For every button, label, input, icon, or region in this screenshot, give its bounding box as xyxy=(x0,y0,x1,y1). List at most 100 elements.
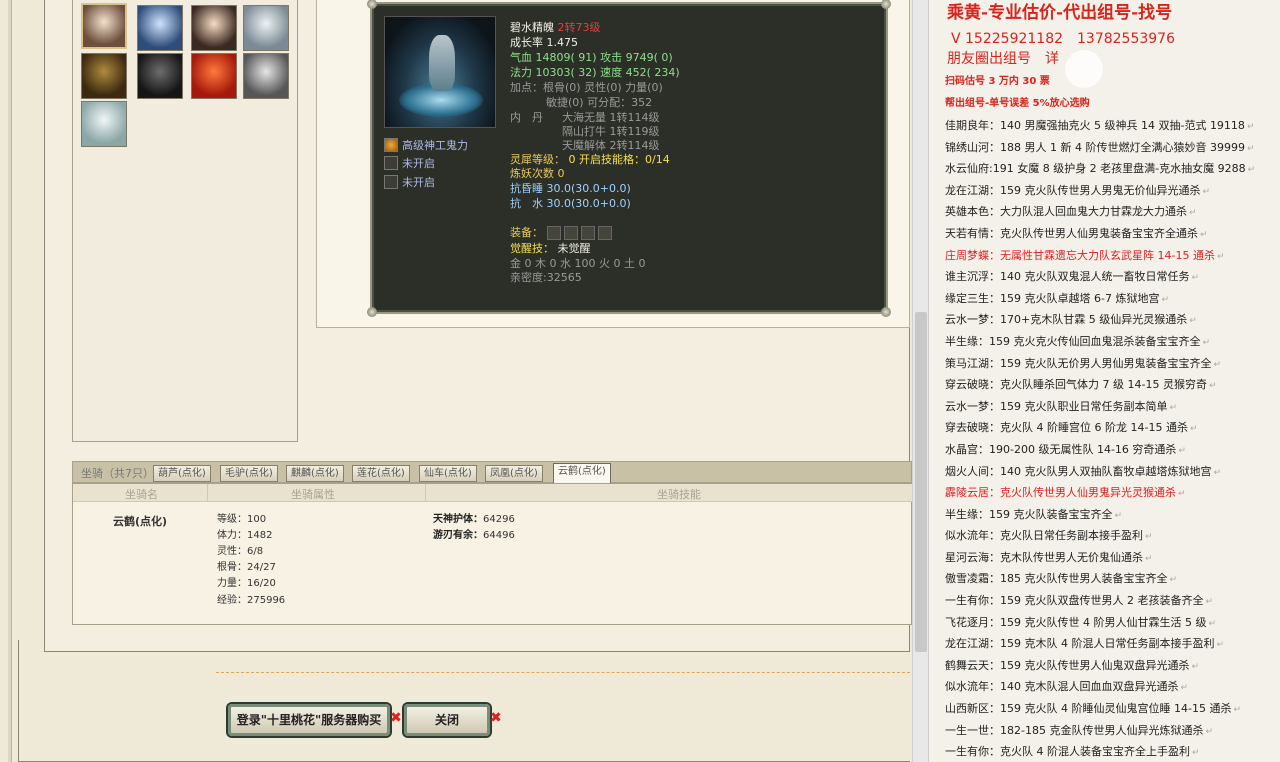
listing-text: 谁主沉浮：140 克火队双鬼混人统一畜牧日常任务 xyxy=(945,270,1190,284)
equip-slot[interactable] xyxy=(546,226,561,240)
return-icon: ↵ xyxy=(1180,683,1189,694)
listing-text: 英雄本色：大力队混人回血鬼大力甘霖龙大力通杀 xyxy=(945,205,1187,219)
stream-sidebar: 乘黄-专业估价-代出组号-找号 V 15225921182 1378255397… xyxy=(928,0,1280,762)
listing-text: 穿去破晓：克火队 4 阶睡宫位 6 阶龙 14-15 通杀 xyxy=(945,421,1188,435)
equip-slot[interactable] xyxy=(563,226,578,240)
listing-text: 佳期良年：140 男魔强抽克火 5 级神兵 14 双抽-范式 19118 xyxy=(945,119,1245,132)
close-x-icon[interactable]: ✖ xyxy=(490,710,502,726)
return-icon: ↵ xyxy=(1202,337,1211,348)
listing-row: 庄周梦蝶：无属性甘霖遗忘大力队玄武星阵 14-15 通杀 ↵ xyxy=(945,245,1279,267)
pet-avatar-9[interactable] xyxy=(81,101,127,147)
return-icon: ↵ xyxy=(1213,467,1222,478)
listing-row: 策马江湖：159 克火队无价男人男仙男鬼装备宝宝齐全 ↵ xyxy=(945,353,1279,375)
mount-stat-power: 力量：16/20 xyxy=(217,578,276,589)
return-icon: ↵ xyxy=(1191,661,1200,672)
listing-row: 天若有情：克火队传世男人仙男鬼装备宝宝齐全通杀 ↵ xyxy=(945,223,1279,245)
mount-name: 云鹤(点化) xyxy=(113,515,168,528)
listing-text: 半生缘：159 克火克火传仙回血鬼混杀装备宝宝齐全 xyxy=(945,334,1201,348)
pet-avatar-8[interactable] xyxy=(243,53,289,99)
locked-skill-icon xyxy=(384,156,398,170)
pet-avatar-7[interactable] xyxy=(191,53,237,99)
col-mount-name: 坐骑名 xyxy=(125,488,158,501)
mp-value: 10303( 32) xyxy=(535,66,597,79)
hp-value: 14809( 91) xyxy=(535,51,597,64)
pet-level: 2转73级 xyxy=(557,21,601,34)
scroll-thumb[interactable] xyxy=(915,312,927,652)
sidebar-title: 乘黄-专业估价-代出组号-找号 xyxy=(947,3,1173,23)
spirit-value: 0 开启技能格：0/14 xyxy=(568,153,670,166)
tab-mount-7[interactable]: 云鹤(点化) xyxy=(553,463,611,484)
return-icon: ↵ xyxy=(1178,445,1186,456)
skill-slot-2[interactable]: 未开启 xyxy=(384,154,435,172)
listing-row: 云水一梦：159 克火队职业日常任务副本简单 ↵ xyxy=(945,396,1279,418)
resist-sleep-value: 30.0(30.0+0.0) xyxy=(546,182,631,195)
listing-text: 似水流年：140 克木队混人回血血双盘异光通杀 xyxy=(945,680,1179,694)
close-x-icon[interactable]: ✖ xyxy=(390,710,402,726)
awaken-label: 觉醒技： xyxy=(510,242,554,255)
listing-text: 傲雪凌霜：185 克火队传世男人装备宝宝齐全 xyxy=(945,572,1168,586)
watermark-logo xyxy=(1065,46,1195,92)
skill-slot-3[interactable]: 未开启 xyxy=(384,173,435,191)
mount-stat-spirit: 灵性：6/8 xyxy=(217,546,264,557)
scrollbar[interactable] xyxy=(912,0,928,762)
tab-mount-3[interactable]: 麒麟(点化) xyxy=(286,465,344,482)
listing-row: 鹤舞云天：159 克火队传世男人仙鬼双盘异光通杀 ↵ xyxy=(945,655,1279,677)
mount-skill-value: 64296 xyxy=(483,514,515,525)
listing-text: 霹陵云居：克火队传世男人仙男鬼异光灵猴通杀 xyxy=(945,486,1176,500)
mount-table-header: 坐骑名 坐骑属性 坐骑技能 xyxy=(73,484,913,502)
resist-water-value: 30.0(30.0+0.0) xyxy=(546,197,631,210)
return-icon: ↵ xyxy=(1246,122,1255,132)
tab-mount-6[interactable]: 凤凰(点化) xyxy=(485,465,543,482)
listing-text: 水晶宫：190-200 级无属性队 14-16 穷奇通杀 xyxy=(945,442,1177,456)
listing-row: 水云仙府:191 女魔 8 级护身 2 老孩里盘满-克水抽女魔 9288 ↵ xyxy=(945,158,1279,180)
listing-row: 龙在江湖：159 克木队 4 阶混人日常任务副本接手盈利 ↵ xyxy=(945,633,1279,655)
equip-line: 装备： xyxy=(510,225,615,240)
skill-slot-1[interactable]: 高级神工鬼力 xyxy=(384,136,468,154)
neidan-label: 内 丹 xyxy=(510,111,543,124)
tab-mount-1[interactable]: 葫芦(点化) xyxy=(153,465,211,482)
equip-label: 装备： xyxy=(510,226,543,239)
equip-slot[interactable] xyxy=(597,226,612,240)
close-button[interactable]: 关闭 xyxy=(404,704,490,736)
pet-avatar-3[interactable] xyxy=(191,5,237,51)
mount-stat-stamina: 体力：1482 xyxy=(217,530,273,541)
pet-avatar-4[interactable] xyxy=(243,5,289,51)
pet-name-line: 碧水精魄 2转73级 xyxy=(510,20,601,35)
col-divider xyxy=(425,484,426,502)
account-listing: 佳期良年：140 男魔强抽克火 5 级神兵 14 双抽-范式 19118 ↵ 锦绣山… xyxy=(945,115,1279,762)
listing-row: 一生一世：182-185 克金队传世男人仙异光炼狱通杀 ↵ xyxy=(945,720,1279,742)
pet-list-panel xyxy=(72,0,298,442)
pet-avatar-1[interactable] xyxy=(81,3,127,49)
listing-row: 似水流年：克火队日常任务副本接手盈利 ↵ xyxy=(945,525,1279,547)
pet-portrait-image xyxy=(384,16,496,128)
tab-mount-5[interactable]: 仙车(点化) xyxy=(419,465,477,482)
neidan-1: 大海无量 1转114级 xyxy=(562,111,660,124)
login-buy-button[interactable]: 登录"十里桃花"服务器购买 xyxy=(228,704,390,736)
listing-text: 半生缘：159 克火队装备宝宝齐全 xyxy=(945,507,1113,521)
pet-avatar-5[interactable] xyxy=(81,53,127,99)
mount-stat-level: 等级：100 xyxy=(217,514,267,525)
return-icon: ↵ xyxy=(1216,640,1225,651)
tab-mount-4[interactable]: 莲花(点化) xyxy=(352,465,410,482)
locked-skill-icon xyxy=(384,175,398,189)
window-edge xyxy=(8,0,12,762)
tab-mount-2[interactable]: 毛驴(点化) xyxy=(220,465,278,482)
intimacy-line: 亲密度:32565 xyxy=(510,271,582,284)
return-icon: ↵ xyxy=(1169,575,1178,586)
listing-text: 一生一世：182-185 克金队传世男人仙异光炼狱通杀 xyxy=(945,723,1204,737)
pet-avatar-2[interactable] xyxy=(137,5,183,51)
listing-text: 策马江湖：159 克火队无价男人男仙男鬼装备宝宝齐全 xyxy=(945,356,1212,370)
equip-slot[interactable] xyxy=(580,226,595,240)
listing-row: 龙在江湖：159 克火队传世男人男鬼无价仙异光通杀 ↵ xyxy=(945,180,1279,202)
pet-avatar-6[interactable] xyxy=(137,53,183,99)
return-icon: ↵ xyxy=(1114,510,1123,521)
game-window: 高级神工鬼力 未开启 未开启 碧水精魄 2转73级 成长率 1.475 气血 1… xyxy=(0,0,913,762)
col-divider xyxy=(207,484,208,502)
listing-text: 天若有情：克火队传世男人仙男鬼装备宝宝齐全通杀 xyxy=(945,226,1198,240)
return-icon: ↵ xyxy=(1246,143,1255,154)
resist-sleep-line: 抗昏睡 30.0(30.0+0.0) xyxy=(510,181,631,196)
card-corner xyxy=(367,307,377,317)
listing-text: 云水一梦：170+克木队甘霖 5 级仙异光灵猴通杀 xyxy=(945,313,1188,327)
return-icon: ↵ xyxy=(1189,208,1197,219)
card-corner xyxy=(881,307,891,317)
